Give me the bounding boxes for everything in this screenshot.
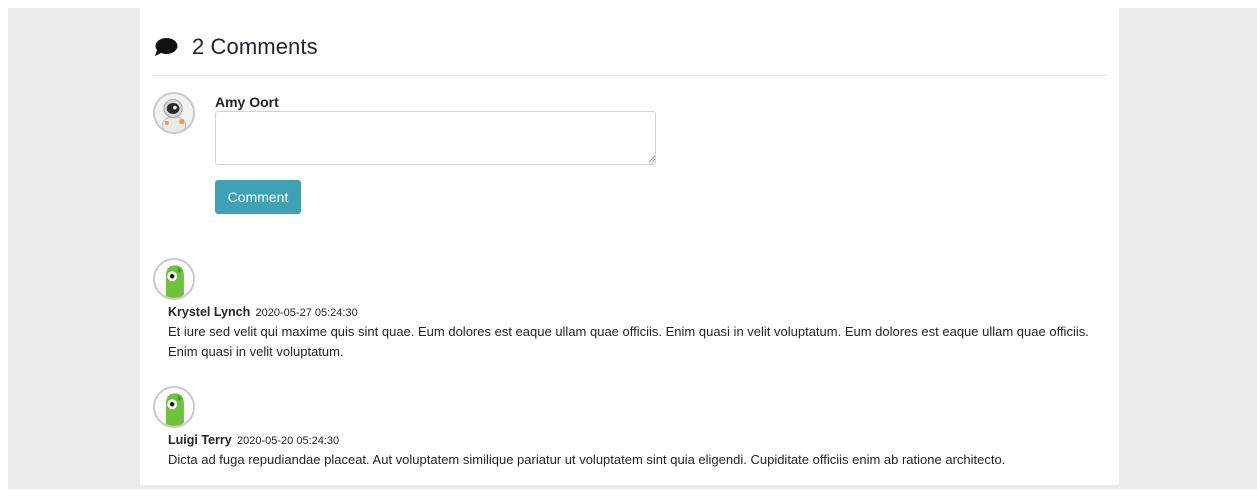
submit-comment-button[interactable]: Comment bbox=[215, 180, 301, 214]
astronaut-avatar-icon bbox=[155, 94, 193, 132]
comment-bubble-icon bbox=[155, 38, 178, 56]
green-monster-avatar-icon bbox=[155, 388, 193, 426]
comment-header: Krystel Lynch 2020-05-27 05:24:30 bbox=[168, 305, 358, 319]
comment-author-avatar bbox=[153, 386, 195, 428]
green-monster-avatar-icon bbox=[155, 260, 193, 298]
resize-grip-icon[interactable] bbox=[648, 155, 656, 163]
comment-author: Krystel Lynch bbox=[168, 305, 251, 319]
comment-body: Dicta ad fuga repudiandae placeat. Aut v… bbox=[168, 452, 1006, 467]
comment-author-avatar bbox=[153, 258, 195, 300]
header-divider bbox=[153, 75, 1106, 76]
comments-count-title: 2 Comments bbox=[192, 34, 318, 59]
comments-header: 2 Comments bbox=[154, 34, 318, 60]
comment-author: Luigi Terry bbox=[168, 433, 232, 447]
composer-user-name: Amy Oort bbox=[215, 94, 279, 110]
comment-textarea[interactable] bbox=[215, 111, 656, 165]
comments-card: 2 Comments Amy Oort Comment Krystel Lync… bbox=[140, 8, 1119, 485]
comment-timestamp: 2020-05-20 05:24:30 bbox=[237, 435, 340, 447]
comment-body: Et iure sed velit qui maxime quis sint q… bbox=[168, 324, 1089, 359]
current-user-avatar bbox=[153, 92, 195, 134]
comment-timestamp: 2020-05-27 05:24:30 bbox=[255, 307, 358, 319]
comment-header: Luigi Terry 2020-05-20 05:24:30 bbox=[168, 433, 339, 447]
